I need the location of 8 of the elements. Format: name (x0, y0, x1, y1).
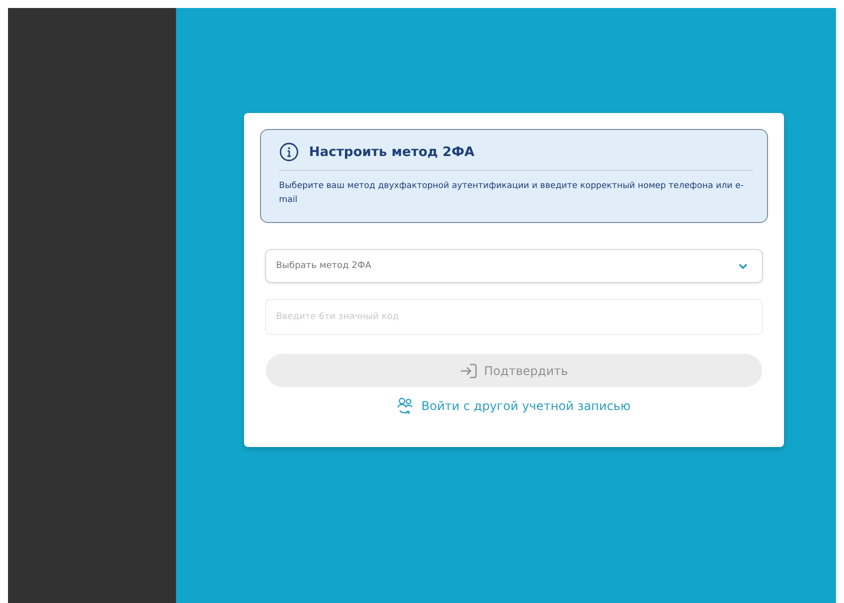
notice-text: Выберите ваш метод двухфакторной аутентификации и введите корректный номер телефона или e-mail (279, 180, 745, 207)
chevron-down-icon (738, 262, 748, 270)
info-icon (279, 142, 299, 162)
login-icon (460, 362, 478, 378)
notice-title: Настроить метод 2ФА (309, 144, 474, 160)
method-select[interactable]: Выбрать метод 2ФА (265, 249, 763, 283)
users-icon (397, 397, 414, 415)
switch-account-link[interactable]: Войти с другой учетной записью (397, 397, 631, 415)
